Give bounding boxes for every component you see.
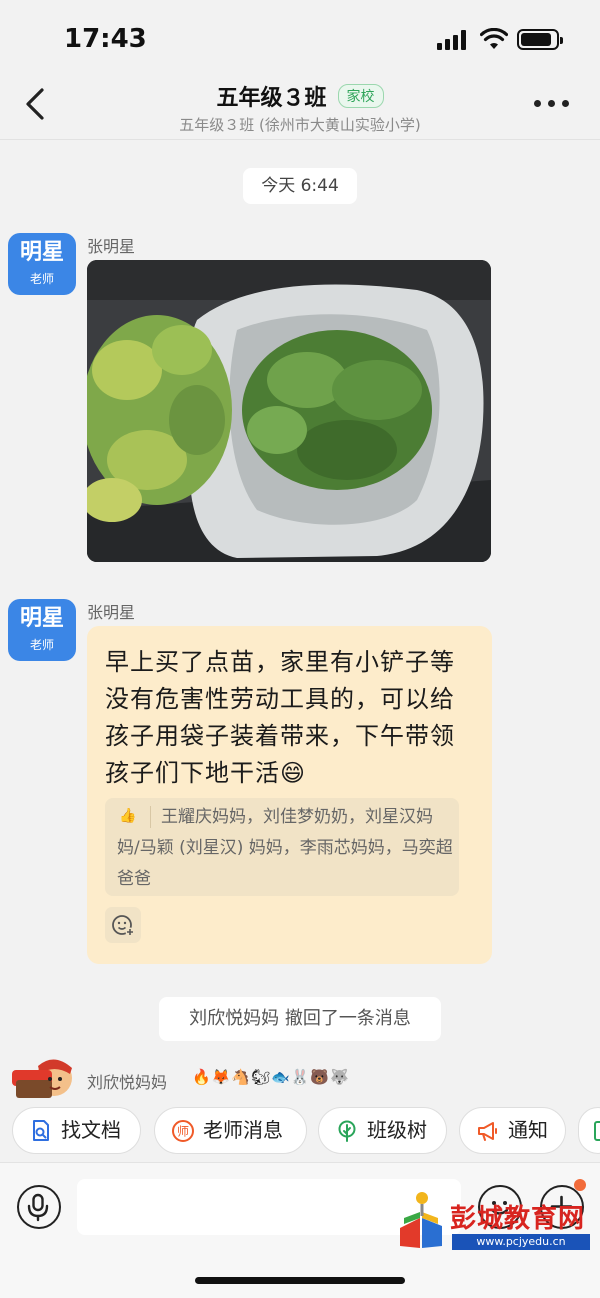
seedlings-photo[interactable] <box>87 260 491 562</box>
tree-icon <box>338 1120 356 1142</box>
svg-text:师: 师 <box>177 1125 189 1139</box>
avatar-role: 老师 <box>29 638 54 652</box>
avatar-name: 明星 <box>19 240 64 265</box>
teacher-avatar[interactable]: 明星 老师 <box>8 599 76 661</box>
seedlings-image <box>87 260 491 562</box>
quick-action-bar: 找文档 师 老师消息 班级树 通知 <box>0 1104 600 1160</box>
message-sender: 张明星 <box>87 237 136 256</box>
add-emoji-icon <box>112 915 135 937</box>
user-avatar[interactable] <box>10 1052 78 1098</box>
class-tree-button[interactable]: 班级树 <box>318 1107 447 1154</box>
message-bubble[interactable]: 早上买了点苗，家里有小铲子等没有危害性劳动工具的，可以给孩子用袋子装着带来，下午… <box>87 626 492 964</box>
watermark-name: 彭城教育网 <box>450 1204 586 1234</box>
voice-input-button[interactable] <box>17 1185 61 1229</box>
avatar-name: 明星 <box>19 606 64 631</box>
message-sender: 张明星 <box>87 603 136 622</box>
find-document-button[interactable]: 找文档 <box>12 1107 141 1154</box>
home-school-tag: 家校 <box>337 84 384 108</box>
battery-icon <box>517 29 563 50</box>
button-label: 老师消息 <box>203 1118 283 1142</box>
button-label: 找文档 <box>61 1118 121 1142</box>
book-logo-icon <box>400 1192 442 1248</box>
avatar-role: 老师 <box>29 272 54 286</box>
chat-header: 五年级３班 家校 五年级３班 (徐州市大黄山实验小学) <box>0 78 600 140</box>
add-reaction-button[interactable] <box>105 907 141 943</box>
home-indicator <box>195 1277 405 1284</box>
doc-search-icon <box>33 1120 49 1141</box>
button-label: 通知 <box>508 1118 548 1142</box>
message-text: 早上买了点苗，家里有小铲子等没有危害性劳动工具的，可以给孩子用袋子装着带来，下午… <box>105 648 455 787</box>
user-emoji-tags: 🔥🦊🐴🐿🐟🐰🐻🐺 <box>192 1068 350 1086</box>
chat-subtitle: 五年级３班 (徐州市大黄山实验小学) <box>179 116 421 134</box>
date-time-chip: 今天 6:44 <box>243 168 357 204</box>
teacher-messages-button[interactable]: 师 老师消息 <box>154 1107 307 1154</box>
more-options-icon[interactable] <box>532 100 572 110</box>
status-time: 17:43 <box>64 24 147 54</box>
watermark-logo: 彭城教育网 www.pcjyedu.cn <box>396 1186 596 1252</box>
typing-user-name: 刘欣悦妈妈 <box>87 1073 168 1092</box>
reaction-names: 王耀庆妈妈，刘佳梦奶奶，刘星汉妈妈/马颖 (刘星汉) 妈妈，李雨芯妈妈，马奕超爸… <box>117 807 453 889</box>
more-actions-button[interactable] <box>578 1107 600 1154</box>
watermark-url: www.pcjyedu.cn <box>452 1234 590 1250</box>
chat-title: 五年级３班 <box>216 86 327 111</box>
notice-button[interactable]: 通知 <box>459 1107 566 1154</box>
button-label: 班级树 <box>367 1118 427 1142</box>
teacher-icon: 师 <box>172 1120 194 1142</box>
wifi-icon <box>480 28 508 49</box>
recall-notice: 刘欣悦妈妈 撤回了一条消息 <box>159 997 441 1041</box>
signal-icon <box>437 30 469 50</box>
microphone-icon <box>27 1193 49 1222</box>
megaphone-icon <box>478 1122 497 1141</box>
reaction-list[interactable]: 👍 王耀庆妈妈，刘佳梦奶奶，刘星汉妈妈/马颖 (刘星汉) 妈妈，李雨芯妈妈，马奕… <box>105 798 459 896</box>
teacher-avatar[interactable]: 明星 老师 <box>8 233 76 295</box>
clipboard-icon <box>594 1121 600 1141</box>
status-bar: 17:43 <box>0 0 600 78</box>
